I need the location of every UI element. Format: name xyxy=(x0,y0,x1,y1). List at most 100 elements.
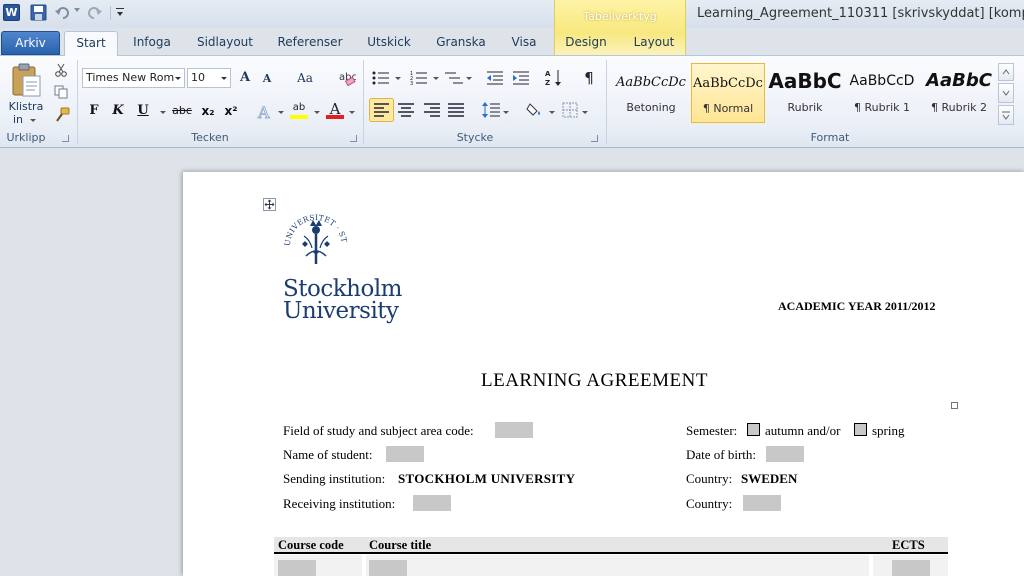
style-preview: AaBbCcDc xyxy=(616,75,686,90)
paste-icon[interactable] xyxy=(10,62,42,98)
redo-icon[interactable] xyxy=(87,4,104,21)
tab-mailings[interactable]: Utskick xyxy=(362,31,416,55)
receiving-institution-label: Receiving institution: xyxy=(283,496,396,511)
style-emphasis[interactable]: AaBbCcDc Betoning xyxy=(614,63,688,123)
font-size-value: 10 xyxy=(191,71,205,84)
paste-dropdown-icon[interactable] xyxy=(30,119,36,122)
text-effects-dropdown-icon[interactable] xyxy=(278,111,284,114)
tab-review[interactable]: Granska xyxy=(432,31,490,55)
underline-dropdown-icon[interactable] xyxy=(160,111,166,114)
tab-page-layout[interactable]: Sidlayout xyxy=(192,31,258,55)
tab-file[interactable]: Arkiv xyxy=(1,31,60,55)
course-code-input[interactable] xyxy=(278,560,316,576)
tab-view[interactable]: Visa xyxy=(506,31,542,55)
borders-dropdown-icon[interactable] xyxy=(582,111,588,114)
style-heading-1[interactable]: AaBbCcD ¶ Rubrik 1 xyxy=(845,63,919,123)
subscript-button[interactable]: x₂ xyxy=(197,100,219,122)
paragraph-launcher-icon[interactable] xyxy=(591,135,598,142)
tab-layout[interactable]: Layout xyxy=(628,31,680,55)
shading-icon[interactable] xyxy=(526,100,546,120)
align-left-icon[interactable] xyxy=(369,98,394,122)
shrink-font-button[interactable]: A xyxy=(256,68,278,90)
sort-icon[interactable]: AZ xyxy=(545,68,563,88)
ects-header: ECTS xyxy=(892,538,925,552)
undo-dropdown-icon[interactable] xyxy=(74,8,80,12)
italic-button[interactable]: K xyxy=(107,100,129,122)
grow-font-button[interactable]: A xyxy=(234,67,256,89)
style-name: Betoning xyxy=(626,101,676,114)
align-right-icon[interactable] xyxy=(424,102,440,118)
paste-button-label[interactable]: Klistra xyxy=(7,100,45,113)
table-move-handle[interactable] xyxy=(263,198,276,211)
field-of-study-label: Field of study and subject area code: xyxy=(283,423,474,438)
customize-qat-icon[interactable] xyxy=(116,6,124,18)
undo-icon[interactable] xyxy=(54,4,71,21)
country-receiving-input[interactable] xyxy=(743,495,781,511)
shading-dropdown-icon[interactable] xyxy=(549,111,555,114)
bold-button[interactable]: F xyxy=(83,100,105,122)
gallery-scroll-up[interactable] xyxy=(998,63,1014,81)
change-case-button[interactable]: Aa xyxy=(292,67,318,89)
highlight-dropdown-icon[interactable] xyxy=(314,111,320,114)
bullets-icon[interactable] xyxy=(372,70,390,86)
tab-design[interactable]: Design xyxy=(560,31,612,55)
paste-button-label2[interactable]: in xyxy=(13,113,29,126)
multilevel-list-icon[interactable] xyxy=(444,70,464,86)
numbering-dropdown-icon[interactable] xyxy=(433,77,439,80)
course-title-input[interactable] xyxy=(369,560,407,576)
style-normal[interactable]: AaBbCcDc ¶ Normal xyxy=(691,63,765,123)
show-formatting-marks-button[interactable]: ¶ xyxy=(578,67,600,89)
font-color-dropdown-icon[interactable] xyxy=(349,111,355,114)
save-icon[interactable] xyxy=(30,4,47,21)
autumn-checkbox[interactable] xyxy=(747,423,760,436)
tab-home[interactable]: Start xyxy=(64,31,118,56)
format-painter-icon[interactable] xyxy=(54,107,70,123)
multilevel-dropdown-icon[interactable] xyxy=(466,77,472,80)
clipboard-launcher-icon[interactable] xyxy=(62,135,69,142)
increase-indent-icon[interactable] xyxy=(512,70,530,86)
chevron-down-icon[interactable] xyxy=(221,77,227,80)
superscript-button[interactable]: x² xyxy=(220,100,242,122)
gallery-scroll-down[interactable] xyxy=(998,83,1014,103)
chevron-down-icon[interactable] xyxy=(175,77,181,80)
line-spacing-icon[interactable] xyxy=(482,101,500,119)
underline-button[interactable]: U xyxy=(132,100,154,122)
font-size-combo[interactable]: 10 xyxy=(187,68,231,88)
date-of-birth-label: Date of birth: xyxy=(686,447,757,462)
strikethrough-button[interactable]: abc xyxy=(170,100,194,122)
decrease-indent-icon[interactable] xyxy=(486,70,504,86)
table-resize-handle[interactable] xyxy=(951,402,958,409)
style-preview: AaBbCcD xyxy=(849,73,915,89)
field-of-study-input[interactable] xyxy=(495,422,533,438)
document-page[interactable]: UNIVERSITET · STOCKHOLMS · Stockholm Uni… xyxy=(183,172,1024,576)
cut-icon[interactable] xyxy=(54,63,68,77)
name-of-student-input[interactable] xyxy=(386,446,424,462)
numbering-icon[interactable]: 123 xyxy=(410,70,428,86)
spring-label: spring xyxy=(872,423,905,438)
university-seal-logo: UNIVERSITET · STOCKHOLMS · xyxy=(280,206,349,264)
ects-input[interactable] xyxy=(892,560,930,576)
copy-icon[interactable] xyxy=(54,85,68,99)
receiving-institution-input[interactable] xyxy=(413,495,451,511)
tab-insert[interactable]: Infoga xyxy=(124,31,180,55)
line-spacing-dropdown-icon[interactable] xyxy=(503,111,509,114)
style-heading-2[interactable]: AaBbC ¶ Rubrik 2 xyxy=(922,63,996,123)
font-name-combo[interactable]: Times New Rom xyxy=(82,68,185,88)
course-code-header: Course code xyxy=(278,538,344,552)
tab-references[interactable]: Referenser xyxy=(274,31,346,55)
gallery-more[interactable] xyxy=(998,105,1014,125)
justify-icon[interactable] xyxy=(448,102,464,118)
text-effects-icon[interactable]: A xyxy=(256,102,276,123)
font-launcher-icon[interactable] xyxy=(350,135,357,142)
sending-institution-value: STOCKHOLM UNIVERSITY xyxy=(398,471,576,486)
spring-checkbox[interactable] xyxy=(854,423,867,436)
clear-formatting-icon[interactable]: abc xyxy=(338,69,356,87)
style-name: Rubrik xyxy=(787,101,823,114)
align-center-icon[interactable] xyxy=(398,102,414,118)
borders-icon[interactable] xyxy=(562,102,578,118)
date-of-birth-input[interactable] xyxy=(766,446,804,462)
style-preview: AaBbCcDc xyxy=(693,76,763,91)
word-app-icon[interactable]: W xyxy=(3,4,20,21)
style-title[interactable]: AaBbC Rubrik xyxy=(768,63,842,123)
bullets-dropdown-icon[interactable] xyxy=(395,77,401,80)
